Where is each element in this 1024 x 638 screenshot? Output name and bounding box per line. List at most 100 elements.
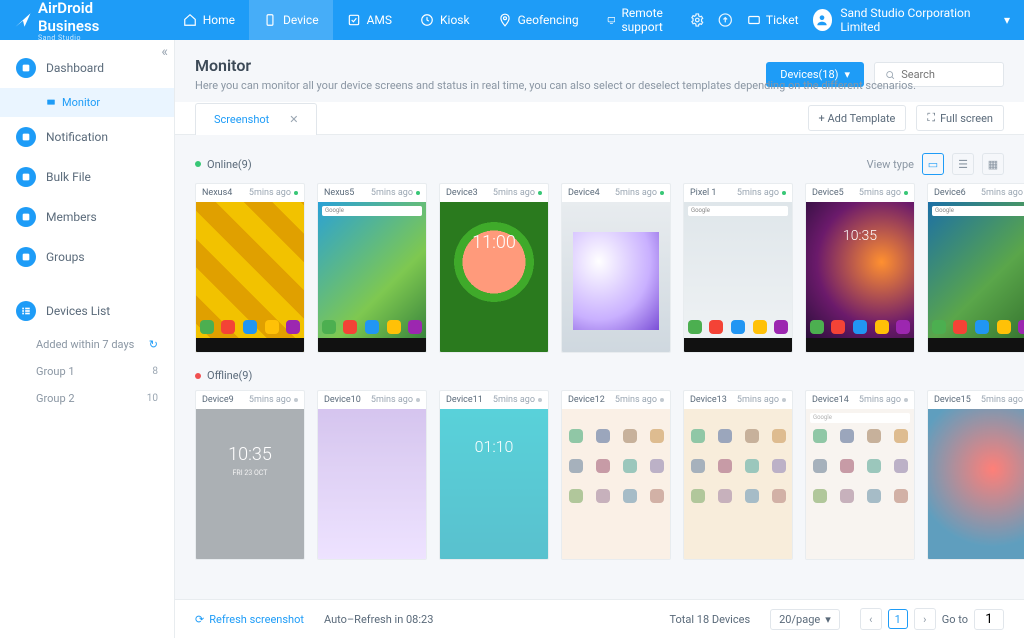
status-dot bbox=[294, 398, 298, 402]
topnav-remote-support[interactable]: Remote support bbox=[593, 0, 690, 40]
brand[interactable]: AirDroid Business Sand Studio bbox=[14, 0, 149, 42]
device-time: 5mins ago bbox=[615, 395, 657, 405]
upload-icon[interactable] bbox=[718, 12, 733, 28]
home-icon bbox=[183, 13, 197, 27]
device-card[interactable]: Device10 5mins ago bbox=[317, 390, 427, 560]
per-page-select[interactable]: 20/page▾ bbox=[770, 609, 840, 630]
device-thumbnail bbox=[684, 409, 792, 559]
sidebar-item-members[interactable]: Members bbox=[0, 197, 174, 237]
tab-screenshot[interactable]: Screenshot ✕ bbox=[195, 103, 317, 135]
device-card[interactable]: Device14 5mins ago Google bbox=[805, 390, 915, 560]
sidebar-item-dashboard[interactable]: Dashboard bbox=[0, 48, 174, 88]
refresh-icon: ⟳ bbox=[195, 613, 204, 626]
device-card[interactable]: Device15 5mins ago bbox=[927, 390, 1024, 560]
device-card[interactable]: Nexus5 5mins ago Google◁○□ bbox=[317, 183, 427, 353]
monitor-icon bbox=[46, 98, 56, 108]
goto-input[interactable] bbox=[974, 609, 1004, 630]
device-thumbnail: Google◁○□ bbox=[928, 202, 1024, 352]
device-name: Device5 bbox=[812, 188, 844, 198]
status-dot bbox=[782, 398, 786, 402]
tab-label: Screenshot bbox=[214, 113, 269, 126]
device-time: 5mins ago bbox=[615, 188, 657, 198]
status-dot bbox=[538, 191, 542, 195]
devices-list-item[interactable]: Added within 7 days ↻ bbox=[0, 331, 174, 358]
view-type-switch: View type ▭ ☰ ▦ bbox=[867, 153, 1004, 175]
device-card[interactable]: Device13 5mins ago bbox=[683, 390, 793, 560]
bell-icon bbox=[16, 127, 36, 147]
brand-icon bbox=[14, 11, 32, 29]
status-dot bbox=[294, 191, 298, 195]
device-card[interactable]: Device6 5mins ago Google◁○□ bbox=[927, 183, 1024, 353]
device-name: Pixel 1 bbox=[690, 188, 717, 198]
view-card-icon[interactable]: ▭ bbox=[922, 153, 944, 175]
footer: ⟳Refresh screenshot Auto–Refresh in 08:2… bbox=[175, 599, 1024, 638]
device-time: 5mins ago bbox=[493, 395, 535, 405]
sidebar-item-monitor[interactable]: Monitor bbox=[0, 88, 174, 117]
geo-icon bbox=[498, 13, 512, 27]
dashboard-icon bbox=[16, 58, 36, 78]
auto-refresh-label: Auto–Refresh in 08:23 bbox=[324, 613, 433, 626]
topnav-geofencing[interactable]: Geofencing bbox=[484, 0, 593, 40]
ticket-icon bbox=[747, 13, 761, 27]
device-card[interactable]: Device11 5mins ago 01:10 bbox=[439, 390, 549, 560]
topnav-device[interactable]: Device bbox=[249, 0, 333, 40]
device-card[interactable]: Nexus4 5mins ago ◁○□ bbox=[195, 183, 305, 353]
user-name: Sand Studio Corporation Limited bbox=[840, 6, 996, 34]
gear-icon[interactable] bbox=[690, 12, 705, 28]
ticket-link[interactable]: Ticket bbox=[747, 13, 799, 27]
total-devices-label: Total 18 Devices bbox=[669, 613, 750, 626]
device-card[interactable]: Device9 5mins ago 10:35FRI 23 OCT bbox=[195, 390, 305, 560]
online-cards: Nexus4 5mins ago ◁○□ Nexus5 5mins ago Go… bbox=[195, 183, 1004, 353]
sidebar-item-bulk-file[interactable]: Bulk File bbox=[0, 157, 174, 197]
device-thumbnail bbox=[318, 409, 426, 559]
device-thumbnail bbox=[928, 409, 1024, 559]
device-name: Device9 bbox=[202, 395, 234, 405]
view-type-label: View type bbox=[867, 158, 914, 171]
device-card[interactable]: Device5 5mins ago 10:35◁○□ bbox=[805, 183, 915, 353]
topbar-right: Ticket Sand Studio Corporation Limited ▾ bbox=[690, 6, 1010, 34]
device-thumbnail: Google bbox=[806, 409, 914, 559]
page-next-button[interactable]: › bbox=[914, 608, 936, 630]
device-name: Device4 bbox=[568, 188, 600, 198]
view-grid-icon[interactable]: ▦ bbox=[982, 153, 1004, 175]
device-thumbnail: 11:00 bbox=[440, 202, 548, 352]
device-card[interactable]: Device12 5mins ago bbox=[561, 390, 671, 560]
count-badge: 8 bbox=[152, 366, 158, 377]
topnav-kiosk[interactable]: Kiosk bbox=[406, 0, 484, 40]
device-thumbnail: 10:35FRI 23 OCT bbox=[196, 409, 304, 559]
view-list-icon[interactable]: ☰ bbox=[952, 153, 974, 175]
device-thumbnail bbox=[562, 202, 670, 352]
device-card[interactable]: Pixel 1 5mins ago Google◁○□ bbox=[683, 183, 793, 353]
device-time: 5mins ago bbox=[981, 188, 1023, 198]
sidebar-devices-list[interactable]: Devices List bbox=[0, 291, 174, 331]
fullscreen-button[interactable]: ⛶Full screen bbox=[916, 105, 1004, 131]
page-number[interactable]: 1 bbox=[888, 609, 908, 629]
devices-list-item[interactable]: Group 2 10 bbox=[0, 385, 174, 412]
device-time: 5mins ago bbox=[249, 395, 291, 405]
device-name: Device11 bbox=[446, 395, 483, 405]
device-name: Device13 bbox=[690, 395, 727, 405]
topnav-home[interactable]: Home bbox=[169, 0, 249, 40]
device-time: 5mins ago bbox=[737, 395, 779, 405]
device-card[interactable]: Device4 5mins ago bbox=[561, 183, 671, 353]
add-template-button[interactable]: + Add Template bbox=[808, 105, 907, 131]
device-thumbnail: 10:35◁○□ bbox=[806, 202, 914, 352]
device-name: Device15 bbox=[934, 395, 971, 405]
groups-icon bbox=[16, 247, 36, 267]
device-name: Device12 bbox=[568, 395, 605, 405]
offline-cards: Device9 5mins ago 10:35FRI 23 OCT Device… bbox=[195, 390, 1004, 560]
user-menu[interactable]: Sand Studio Corporation Limited ▾ bbox=[813, 6, 1010, 34]
sidebar-item-notification[interactable]: Notification bbox=[0, 117, 174, 157]
topnav-ams[interactable]: AMS bbox=[333, 0, 406, 40]
status-dot bbox=[782, 191, 786, 195]
close-icon[interactable]: ✕ bbox=[289, 113, 298, 126]
status-dot bbox=[416, 398, 420, 402]
page-prev-button[interactable]: ‹ bbox=[860, 608, 882, 630]
device-time: 5mins ago bbox=[249, 188, 291, 198]
sidebar-item-groups[interactable]: Groups bbox=[0, 237, 174, 277]
device-card[interactable]: Device3 5mins ago 11:00 bbox=[439, 183, 549, 353]
refresh-screenshot-button[interactable]: ⟳Refresh screenshot bbox=[195, 613, 304, 626]
devices-list-item[interactable]: Group 1 8 bbox=[0, 358, 174, 385]
sidebar-collapse-icon[interactable]: « bbox=[161, 44, 168, 60]
topbar: AirDroid Business Sand Studio Home Devic… bbox=[0, 0, 1024, 40]
